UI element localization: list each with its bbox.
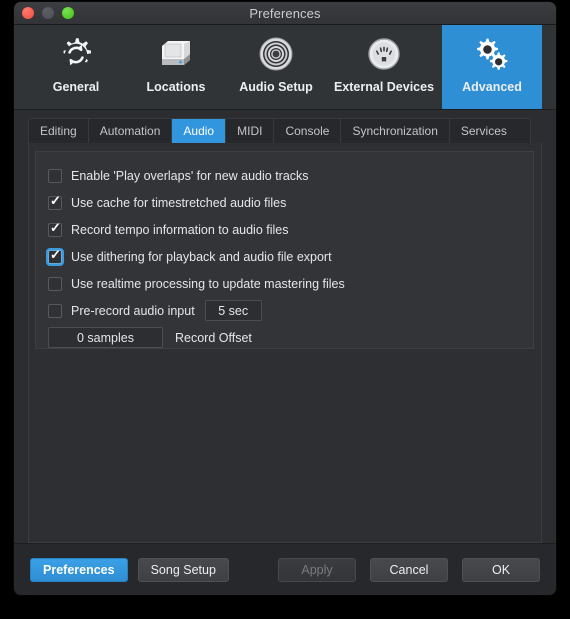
ok-button-label: OK [491, 562, 511, 577]
tab-content-audio: ✓ Enable 'Play overlaps' for new audio t… [14, 143, 556, 543]
option-row-use-cache[interactable]: ✓ Use cache for timestretched audio file… [48, 189, 521, 216]
checkbox-record-tempo[interactable]: ✓ [48, 221, 62, 237]
tab-console[interactable]: Console [274, 119, 342, 143]
option-row-play-overlaps[interactable]: ✓ Enable 'Play overlaps' for new audio t… [48, 162, 521, 189]
dialog-footer: Preferences Song Setup Apply Cancel OK [14, 543, 556, 595]
option-row-realtime-processing[interactable]: ✓ Use realtime processing to update mast… [48, 270, 521, 297]
checkbox-play-overlaps-label: Enable 'Play overlaps' for new audio tra… [71, 168, 309, 183]
apply-button-label: Apply [301, 562, 333, 577]
toolbar-item-external-devices-label: External Devices [333, 80, 435, 94]
hard-drive-icon [152, 31, 200, 79]
tab-bar: Editing Automation Audio MIDI Console Sy… [28, 118, 531, 143]
speaker-icon [252, 31, 300, 79]
tab-synchronization[interactable]: Synchronization [341, 119, 450, 143]
checkbox-realtime-processing[interactable]: ✓ [48, 276, 62, 291]
checkbox-pre-record-audio-input[interactable]: ✓ [48, 303, 62, 318]
toolbar-item-locations[interactable]: Locations [126, 25, 226, 109]
option-row-record-offset[interactable]: Record Offset [48, 324, 521, 351]
checkbox-use-cache[interactable]: ✓ [48, 194, 62, 210]
checkbox-pre-record-audio-input-label: Pre-record audio input [71, 303, 195, 318]
cancel-button[interactable]: Cancel [370, 557, 448, 582]
double-gear-icon [468, 31, 516, 79]
tab-editing[interactable]: Editing [29, 119, 89, 143]
preferences-button[interactable]: Preferences [30, 557, 128, 582]
tab-midi-label: MIDI [237, 124, 263, 138]
preferences-toolbar: General Locations Audio Setup External D… [14, 25, 556, 110]
tab-automation-label: Automation [99, 124, 161, 138]
audio-options-group: ✓ Enable 'Play overlaps' for new audio t… [35, 151, 534, 349]
checkbox-record-tempo-label: Record tempo information to audio files [71, 222, 289, 237]
checkbox-use-dithering[interactable]: ✓ [48, 248, 62, 264]
preferences-window: Preferences General Locations Audio Setu… [14, 2, 556, 595]
gear-refresh-icon [52, 31, 100, 79]
close-window-icon[interactable] [22, 7, 34, 19]
tab-editing-label: Editing [40, 124, 77, 138]
record-offset-label: Record Offset [175, 330, 252, 345]
song-setup-button[interactable]: Song Setup [137, 557, 229, 582]
tab-services[interactable]: Services [450, 119, 518, 143]
record-offset-input[interactable] [48, 327, 163, 348]
cancel-button-label: Cancel [389, 562, 429, 577]
option-row-use-dithering[interactable]: ✓ Use dithering for playback and audio f… [48, 243, 521, 270]
tab-audio-label: Audio [183, 124, 215, 138]
pre-record-seconds-input[interactable] [204, 300, 262, 321]
toolbar-item-audio-setup-label: Audio Setup [239, 80, 313, 94]
toolbar-item-general-label: General [52, 80, 100, 94]
song-setup-button-label: Song Setup [150, 562, 216, 577]
toolbar-item-locations-label: Locations [146, 80, 206, 94]
traffic-light-group [22, 2, 74, 24]
checkbox-play-overlaps[interactable]: ✓ [48, 168, 62, 183]
midi-din-connector-icon [360, 31, 408, 79]
tab-console-label: Console [285, 124, 330, 138]
checkbox-realtime-processing-label: Use realtime processing to update master… [71, 276, 345, 291]
window-title: Preferences [249, 5, 321, 21]
checkbox-use-dithering-label: Use dithering for playback and audio fil… [71, 249, 332, 264]
toolbar-item-general[interactable]: General [26, 25, 126, 109]
tab-bar-wrapper: Editing Automation Audio MIDI Console Sy… [14, 110, 556, 143]
checkbox-use-cache-label: Use cache for timestretched audio files [71, 195, 287, 210]
preferences-button-label: Preferences [43, 562, 115, 577]
tab-services-label: Services [460, 124, 507, 138]
zoom-window-icon[interactable] [62, 7, 74, 19]
toolbar-item-advanced[interactable]: Advanced [442, 25, 542, 109]
tab-midi[interactable]: MIDI [226, 119, 275, 143]
option-row-record-tempo[interactable]: ✓ Record tempo information to audio file… [48, 216, 521, 243]
toolbar-item-advanced-label: Advanced [462, 80, 522, 94]
minimize-window-icon[interactable] [42, 7, 54, 19]
toolbar-item-audio-setup[interactable]: Audio Setup [226, 25, 326, 109]
window-titlebar: Preferences [14, 2, 556, 25]
option-row-pre-record[interactable]: ✓ Pre-record audio input [48, 297, 521, 324]
ok-button[interactable]: OK [462, 557, 540, 582]
tab-audio[interactable]: Audio [172, 119, 227, 143]
tab-synchronization-label: Synchronization [352, 124, 438, 138]
toolbar-item-external-devices[interactable]: External Devices [326, 25, 442, 109]
tab-automation[interactable]: Automation [89, 119, 173, 143]
apply-button[interactable]: Apply [278, 557, 356, 582]
audio-settings-pane: ✓ Enable 'Play overlaps' for new audio t… [28, 143, 542, 543]
